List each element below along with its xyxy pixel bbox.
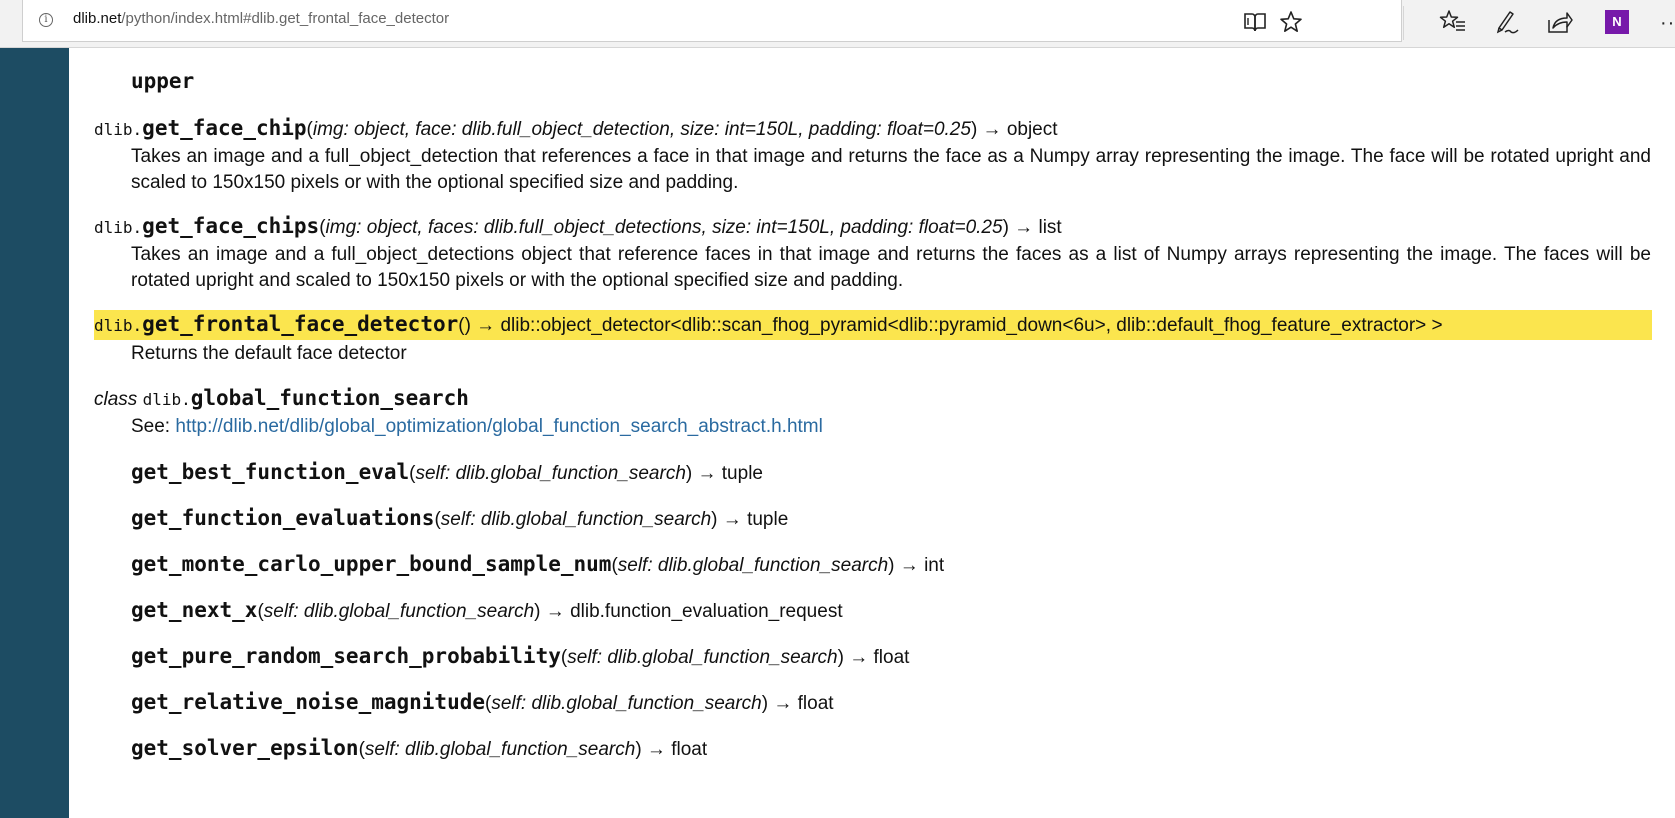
return-arrow: → (843, 647, 874, 668)
method-params: self: dlib.global_function_search (263, 601, 535, 622)
return-type: dlib::object_detector<dlib::scan_fhog_py… (500, 315, 1443, 336)
function-name: get_face_chip (142, 116, 307, 140)
signature-get-frontal-face-detector: dlib.get_frontal_face_detector() → dlib:… (94, 310, 1652, 340)
see-also-line: See: http://dlib.net/dlib/global_optimiz… (131, 414, 1651, 440)
share-icon[interactable] (1545, 8, 1573, 36)
description-get-face-chip: Takes an image and a full_object_detecti… (131, 146, 1651, 193)
return-type: tuple (747, 509, 789, 530)
method-params: self: dlib.global_function_search (567, 647, 838, 668)
method-params: self: dlib.global_function_search (364, 739, 636, 760)
favorites-hub-icon[interactable] (1439, 8, 1467, 36)
info-icon[interactable]: i (39, 13, 53, 27)
method-name: get_function_evaluations (131, 506, 435, 530)
address-bar[interactable]: i dlib.net/python/index.html#dlib.get_fr… (22, 0, 1402, 42)
method-name: get_monte_carlo_upper_bound_sample_num (131, 552, 612, 576)
return-type: list (1038, 217, 1062, 238)
signature-get-face-chip: dlib.get_face_chip(img: object, face: dl… (94, 116, 1058, 140)
url-host: dlib.net (73, 10, 122, 27)
class-global-function-search: class dlib.global_function_search (94, 384, 469, 414)
method-get-relative-noise-magnitude: get_relative_noise_magnitude(self: dlib.… (131, 690, 834, 714)
return-arrow: → (894, 555, 925, 576)
description-get-frontal-face-detector: Returns the default face detector (131, 343, 407, 364)
return-arrow: → (540, 601, 571, 622)
method-get-next-x: get_next_x(self: dlib.global_function_se… (131, 598, 843, 622)
see-label: See: (131, 416, 176, 437)
class-name: global_function_search (190, 386, 469, 410)
method-upper: upper (131, 67, 194, 97)
function-params: img: object, face: dlib.full_object_dete… (312, 119, 971, 140)
return-arrow: → (977, 119, 1007, 140)
return-type: int (924, 555, 945, 576)
web-note-pen-icon[interactable] (1493, 8, 1521, 36)
method-get-pure-random-search-probability: get_pure_random_search_probability(self:… (131, 644, 910, 668)
method-get-monte-carlo-upper-bound-sample-num: get_monte_carlo_upper_bound_sample_num(s… (131, 552, 945, 576)
method-name: upper (131, 69, 195, 93)
return-arrow: → (1008, 217, 1039, 238)
return-arrow: → (692, 463, 722, 484)
toolbar-separator (1403, 6, 1404, 40)
method-get-solver-epsilon: get_solver_epsilon(self: dlib.global_fun… (131, 736, 708, 760)
method-name: get_best_function_eval (131, 460, 410, 484)
return-type: float (873, 647, 910, 668)
browser-toolbar: i dlib.net/python/index.html#dlib.get_fr… (0, 0, 1675, 48)
method-params: self: dlib.global_function_search (491, 693, 762, 714)
return-type: object (1006, 119, 1058, 140)
return-arrow: → (768, 693, 798, 714)
see-also-link[interactable]: http://dlib.net/dlib/global_optimization… (175, 416, 822, 437)
return-type: tuple (721, 463, 763, 484)
method-name: get_relative_noise_magnitude (131, 690, 486, 714)
module-prefix: dlib. (94, 218, 143, 237)
onenote-icon[interactable]: N (1605, 10, 1629, 34)
favorite-star-icon[interactable] (1279, 10, 1303, 34)
return-arrow: → (717, 509, 748, 530)
return-type: float (797, 693, 834, 714)
url-path: /python/index.html#dlib.get_frontal_face… (121, 10, 450, 27)
method-name: get_solver_epsilon (131, 736, 359, 760)
sidebar (0, 48, 69, 818)
return-arrow: → (641, 739, 672, 760)
return-arrow: → (470, 315, 501, 336)
description-get-face-chips: Takes an image and a full_object_detecti… (131, 244, 1651, 291)
function-name: get_frontal_face_detector (142, 312, 459, 336)
module-prefix: dlib. (142, 390, 191, 409)
method-params: self: dlib.global_function_search (617, 555, 889, 576)
method-params: self: dlib.global_function_search (415, 463, 686, 484)
more-options-icon[interactable]: ··· (1660, 12, 1675, 35)
module-prefix: dlib. (94, 316, 143, 335)
function-name: get_face_chips (142, 214, 320, 238)
method-get-function-evaluations: get_function_evaluations(self: dlib.glob… (131, 506, 789, 530)
module-prefix: dlib. (94, 120, 143, 139)
signature-get-face-chips: dlib.get_face_chips(img: object, faces: … (94, 214, 1062, 238)
method-params: self: dlib.global_function_search (440, 509, 712, 530)
method-name: get_pure_random_search_probability (131, 644, 561, 668)
function-params: img: object, faces: dlib.full_object_det… (325, 217, 1003, 238)
return-type: float (671, 739, 708, 760)
method-name: get_next_x (131, 598, 258, 622)
class-keyword: class (94, 389, 138, 410)
reading-view-icon[interactable] (1243, 10, 1267, 34)
method-get-best-function-eval: get_best_function_eval(self: dlib.global… (131, 460, 763, 484)
return-type: dlib.function_evaluation_request (570, 601, 843, 622)
url-text[interactable]: dlib.net/python/index.html#dlib.get_fron… (73, 10, 449, 28)
